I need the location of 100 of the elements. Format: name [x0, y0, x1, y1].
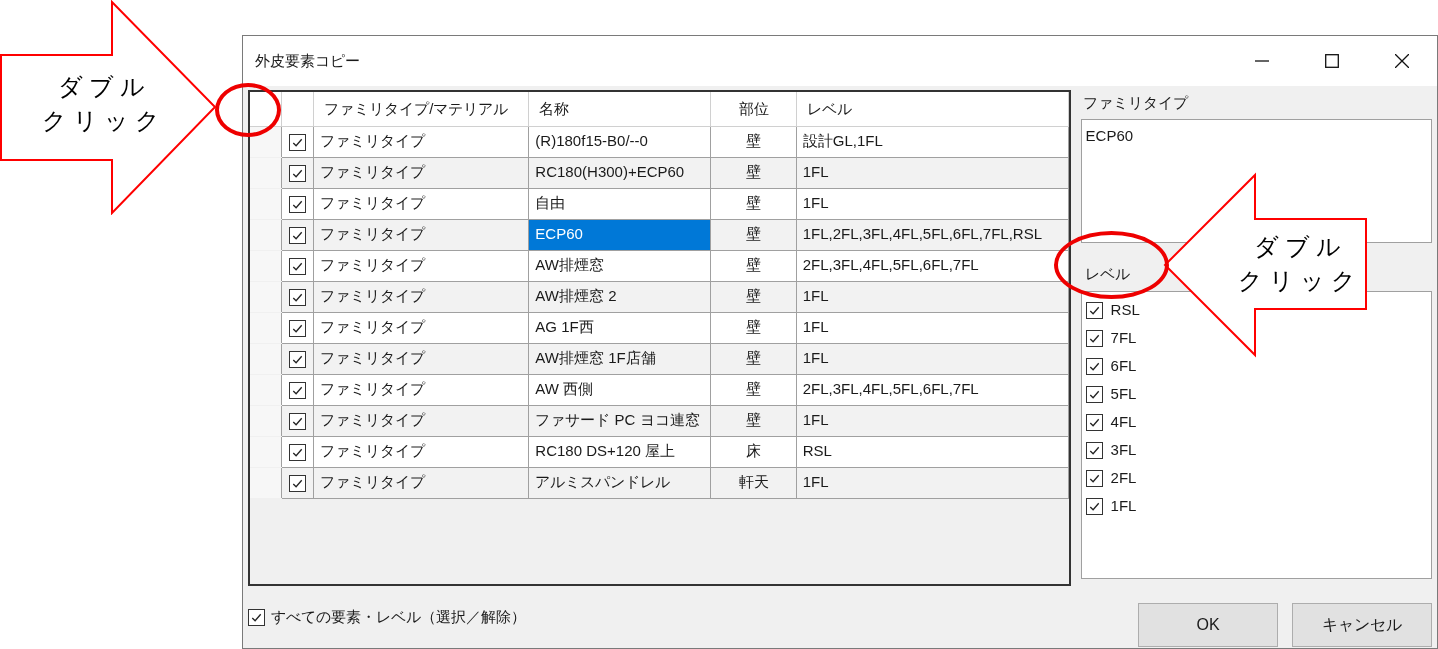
- checkmark-icon: [251, 613, 262, 622]
- checkbox-label: すべての要素・レベル（選択／解除）: [271, 607, 526, 627]
- checkbox[interactable]: [248, 608, 265, 626]
- table-cell: 1FL: [796, 312, 1069, 343]
- table-cell: 1FL: [796, 157, 1069, 188]
- table-cell: ファミリタイプ: [313, 436, 529, 467]
- table-cell: 床: [710, 436, 797, 467]
- checkbox[interactable]: [1085, 469, 1103, 487]
- table-cell[interactable]: AW 西側: [528, 374, 711, 405]
- table-cell: ファミリタイプ: [313, 250, 529, 281]
- table-cell: 壁: [710, 312, 797, 343]
- level-label: 3FL: [1110, 439, 1137, 460]
- table-cell[interactable]: AW排煙窓 2: [528, 281, 711, 312]
- checkbox[interactable]: [289, 288, 307, 306]
- checkbox[interactable]: [1085, 301, 1103, 319]
- section-label: レベル: [1084, 263, 1130, 284]
- checkbox[interactable]: [289, 443, 307, 461]
- checkbox[interactable]: [1085, 329, 1103, 347]
- column-header[interactable]: ファミリタイプ/マテリアル: [313, 92, 529, 126]
- checkmark-icon: [292, 293, 303, 302]
- table-cell[interactable]: RC180(H300)+ECP60: [528, 157, 711, 188]
- table-cell: 1FL: [796, 467, 1069, 498]
- column-header[interactable]: レベル: [796, 92, 1069, 126]
- checkbox[interactable]: [1085, 441, 1103, 459]
- column-header[interactable]: 名称: [528, 92, 711, 126]
- table-cell: 設計GL,1FL: [796, 126, 1069, 157]
- table-cell[interactable]: (R)180f15-B0/--0: [528, 126, 711, 157]
- maximize-icon: [1325, 54, 1339, 68]
- callout-text: ダブル クリック: [1237, 232, 1363, 296]
- checkmark-icon: [1089, 334, 1099, 343]
- row-header: [250, 92, 282, 126]
- table-cell: ファミリタイプ: [313, 219, 529, 250]
- table-cell: ファミリタイプ: [313, 281, 529, 312]
- checkmark-icon: [292, 417, 303, 426]
- checkmark-icon: [1089, 502, 1099, 511]
- checkbox[interactable]: [1085, 357, 1103, 375]
- table-cell: 壁: [710, 281, 797, 312]
- table-cell[interactable]: アルミスパンドレル: [528, 467, 711, 498]
- checkbox[interactable]: [289, 257, 307, 275]
- table-cell[interactable]: AW排煙窓 1F店舗: [528, 343, 711, 374]
- table-cell: 壁: [710, 157, 797, 188]
- table-cell[interactable]: ECP60: [528, 219, 711, 250]
- close-icon: [1395, 54, 1409, 68]
- checkbox[interactable]: [1085, 413, 1103, 431]
- level-label: 7FL: [1110, 327, 1137, 348]
- checkbox[interactable]: [1085, 497, 1103, 515]
- checkmark-icon: [1089, 446, 1099, 455]
- table-cell[interactable]: RC180 DS+120 屋上: [528, 436, 711, 467]
- checkbox[interactable]: [289, 412, 307, 430]
- table-cell: 壁: [710, 126, 797, 157]
- checkmark-icon: [292, 262, 303, 271]
- checkbox[interactable]: [289, 474, 307, 492]
- table-cell: RSL: [796, 436, 1069, 467]
- level-label: 1FL: [1110, 495, 1137, 516]
- checkbox[interactable]: [289, 133, 307, 151]
- table-cell: 1FL: [796, 405, 1069, 436]
- table-cell: ファミリタイプ: [313, 312, 529, 343]
- checkbox[interactable]: [289, 164, 307, 182]
- table-cell[interactable]: AG 1F西: [528, 312, 711, 343]
- table-cell: ファミリタイプ: [313, 467, 529, 498]
- checkmark-icon: [292, 324, 303, 333]
- checkmark-icon: [1089, 306, 1099, 315]
- checkmark-icon: [292, 386, 303, 395]
- checkbox[interactable]: [289, 226, 307, 244]
- minimize-icon: [1255, 60, 1269, 62]
- dialog-button[interactable]: OK: [1138, 603, 1278, 647]
- checkmark-icon: [292, 138, 303, 147]
- table-cell[interactable]: ファサード PC ヨコ連窓: [528, 405, 711, 436]
- callout-text: ダブル クリック: [41, 72, 167, 136]
- checkbox[interactable]: [289, 319, 307, 337]
- checkbox[interactable]: [1085, 385, 1103, 403]
- checkbox[interactable]: [289, 381, 307, 399]
- dialog-button[interactable]: キャンセル: [1292, 603, 1432, 647]
- table-cell: ファミリタイプ: [313, 343, 529, 374]
- table-cell: ファミリタイプ: [313, 157, 529, 188]
- level-label: 4FL: [1110, 411, 1137, 432]
- table-cell: 1FL: [796, 343, 1069, 374]
- table-cell: 壁: [710, 374, 797, 405]
- table-cell: 2FL,3FL,4FL,5FL,6FL,7FL: [796, 374, 1069, 405]
- level-label: 6FL: [1110, 355, 1137, 376]
- column-header[interactable]: 部位: [710, 92, 797, 126]
- level-label: RSL: [1110, 299, 1140, 320]
- checkmark-icon: [1089, 362, 1099, 371]
- table-cell: 壁: [710, 343, 797, 374]
- table-cell[interactable]: AW排煙窓: [528, 250, 711, 281]
- checkbox[interactable]: [289, 195, 307, 213]
- checkmark-icon: [292, 479, 303, 488]
- table-cell: ファミリタイプ: [313, 374, 529, 405]
- table-cell: 壁: [710, 188, 797, 219]
- checkmark-icon: [1089, 418, 1099, 427]
- level-label: 2FL: [1110, 467, 1137, 488]
- table-cell: ファミリタイプ: [313, 188, 529, 219]
- checkmark-icon: [292, 231, 303, 240]
- window-title: 外皮要素コピー: [255, 50, 360, 71]
- checkbox[interactable]: [289, 350, 307, 368]
- table-cell: 壁: [710, 405, 797, 436]
- table-cell: 2FL,3FL,4FL,5FL,6FL,7FL: [796, 250, 1069, 281]
- table-cell[interactable]: 自由: [528, 188, 711, 219]
- checkmark-icon: [1089, 390, 1099, 399]
- checkmark-icon: [292, 169, 303, 178]
